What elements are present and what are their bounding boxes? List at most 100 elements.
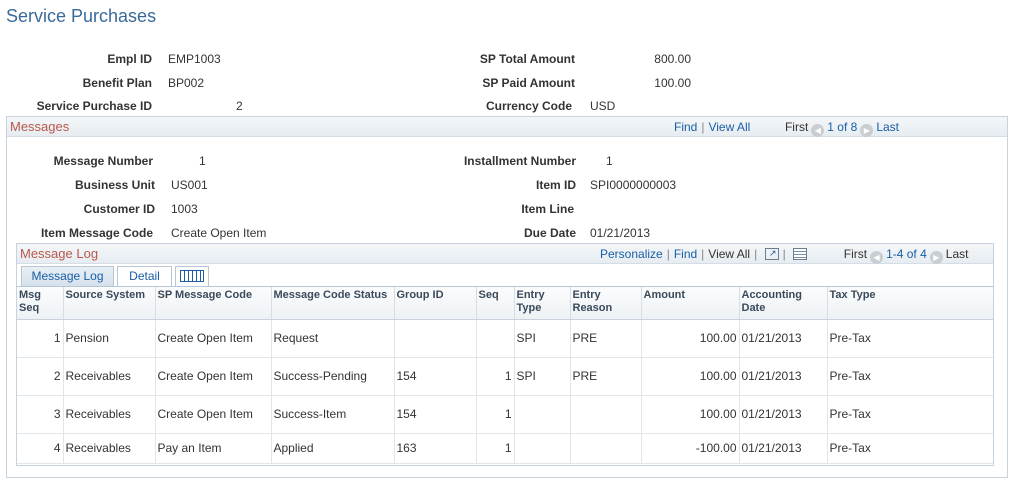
messages-nav: Find | View All First ◀ 1 of 8 ▶ Last (674, 120, 899, 137)
log-separator: | (701, 247, 705, 261)
sp-total-amount-label: SP Total Amount (479, 52, 575, 66)
empl-id-value: EMP1003 (168, 52, 221, 66)
col-source-system[interactable]: Source System (63, 287, 156, 320)
cell-accounting-date: 01/21/2013 (739, 319, 828, 358)
download-icon[interactable] (793, 248, 808, 260)
cell-source-system: Receivables (63, 433, 156, 464)
cell-msg-seq: 2 (17, 357, 64, 396)
grid-header-row: Msg Seq Source System SP Message Code Me… (17, 287, 993, 320)
log-range: 1-4 of 4 (886, 247, 927, 261)
service-purchase-id-label: Service Purchase ID (36, 99, 152, 113)
due-date-value: 01/21/2013 (590, 226, 651, 240)
cell-seq: 1 (476, 433, 515, 464)
log-separator: | (754, 247, 758, 261)
cell-tax-type: Pre-Tax (827, 395, 993, 434)
sp-paid-amount-value: 100.00 (654, 76, 691, 90)
col-msg-seq[interactable]: Msg Seq (17, 287, 64, 320)
table-row: 3 Receivables Create Open Item Success-I… (17, 395, 993, 434)
cell-entry-type: SPI (514, 357, 571, 396)
prev-icon[interactable]: ◀ (870, 251, 884, 264)
col-tax-type[interactable]: Tax Type (827, 287, 993, 320)
messages-header: Messages Find | View All First ◀ 1 of 8 ▶ Last (7, 117, 1007, 137)
message-number-value: 1 (199, 154, 206, 168)
item-message-code-value: Create Open Item (171, 226, 267, 240)
messages-title: Messages (10, 119, 70, 134)
business-unit-value: US001 (171, 178, 208, 192)
message-log-nav: Personalize | Find | View All | ↗ | First ◀ 1-4 … (600, 247, 968, 264)
cell-accounting-date: 01/21/2013 (739, 357, 828, 396)
cell-msg-seq: 3 (17, 395, 64, 434)
tab-detail[interactable]: Detail (117, 266, 172, 286)
cell-amount: 100.00 (641, 319, 740, 358)
table-row: 2 Receivables Create Open Item Success-P… (17, 357, 993, 396)
message-log-grid: Msg Seq Source System SP Message Code Me… (17, 287, 993, 464)
next-icon[interactable]: ▶ (929, 251, 943, 264)
cell-amount: -100.00 (641, 433, 740, 464)
item-id-label: Item ID (535, 178, 576, 192)
empl-id-label: Empl ID (107, 52, 152, 66)
cell-accounting-date: 01/21/2013 (739, 395, 828, 434)
cell-tax-type: Pre-Tax (827, 357, 993, 396)
personalize-link[interactable]: Personalize (600, 247, 663, 261)
prev-icon[interactable]: ◀ (811, 124, 825, 137)
col-accounting-date[interactable]: Accounting Date (739, 287, 828, 320)
col-sp-message-code[interactable]: SP Message Code (155, 287, 272, 320)
next-icon[interactable]: ▶ (860, 124, 874, 137)
sp-total-amount-value: 800.00 (654, 52, 691, 66)
messages-first[interactable]: First (785, 120, 808, 134)
log-find-link[interactable]: Find (674, 247, 697, 261)
cell-seq: 1 (476, 357, 515, 396)
col-amount[interactable]: Amount (641, 287, 740, 320)
col-entry-type[interactable]: Entry Type (514, 287, 571, 320)
cell-group-id (394, 319, 477, 358)
cell-sp-message-code: Pay an Item (155, 433, 272, 464)
cell-msg-seq: 1 (17, 319, 64, 358)
tab-message-log[interactable]: Message Log (21, 266, 114, 286)
cell-message-code-status: Applied (271, 433, 395, 464)
cell-message-code-status: Success-Pending (271, 357, 395, 396)
cell-entry-reason (570, 395, 642, 434)
cell-accounting-date: 01/21/2013 (739, 433, 828, 464)
col-entry-reason[interactable]: Entry Reason (570, 287, 642, 320)
message-number-label: Message Number (53, 154, 153, 168)
cell-source-system: Receivables (63, 357, 156, 396)
cell-sp-message-code: Create Open Item (155, 319, 272, 358)
message-log-header: Message Log Personalize | Find | View All | ↗… (17, 244, 993, 264)
cell-amount: 100.00 (641, 357, 740, 396)
cell-source-system: Pension (63, 319, 156, 358)
benefit-plan-value: BP002 (168, 76, 205, 90)
cell-entry-type: SPI (514, 319, 571, 358)
item-message-code-label: Item Message Code (40, 226, 153, 240)
zoom-grid-icon[interactable]: ↗ (764, 248, 779, 260)
col-group-id[interactable]: Group ID (394, 287, 477, 320)
messages-last-link[interactable]: Last (876, 120, 899, 134)
item-id-value: SPI0000000003 (590, 178, 677, 192)
col-seq[interactable]: Seq (476, 287, 515, 320)
log-view-all-link[interactable]: View All (708, 247, 750, 261)
messages-view-all-link[interactable]: View All (708, 120, 750, 134)
show-all-columns-icon[interactable] (175, 266, 209, 286)
currency-code-label: Currency Code (485, 99, 572, 113)
messages-find-link[interactable]: Find (674, 120, 697, 134)
installment-number-label: Installment Number (463, 154, 576, 168)
col-message-code-status[interactable]: Message Code Status (271, 287, 395, 320)
log-last-link[interactable]: Last (946, 247, 969, 261)
customer-id-label: Customer ID (83, 202, 155, 216)
cell-sp-message-code: Create Open Item (155, 395, 272, 434)
log-separator: | (666, 247, 670, 261)
cell-entry-reason: PRE (570, 319, 642, 358)
cell-entry-reason (570, 433, 642, 464)
cell-message-code-status: Success-Item (271, 395, 395, 434)
item-line-label: Item Line (521, 202, 574, 216)
message-log-title: Message Log (20, 246, 99, 261)
cell-seq (476, 319, 515, 358)
service-purchase-id-value: 2 (236, 99, 243, 113)
cell-amount: 100.00 (641, 395, 740, 434)
cell-entry-type (514, 395, 571, 434)
cell-tax-type: Pre-Tax (827, 319, 993, 358)
log-first[interactable]: First (844, 247, 867, 261)
table-row: 1 Pension Create Open Item Request SPI P… (17, 319, 993, 358)
due-date-label: Due Date (523, 226, 576, 240)
cell-group-id: 163 (394, 433, 477, 464)
cell-source-system: Receivables (63, 395, 156, 434)
